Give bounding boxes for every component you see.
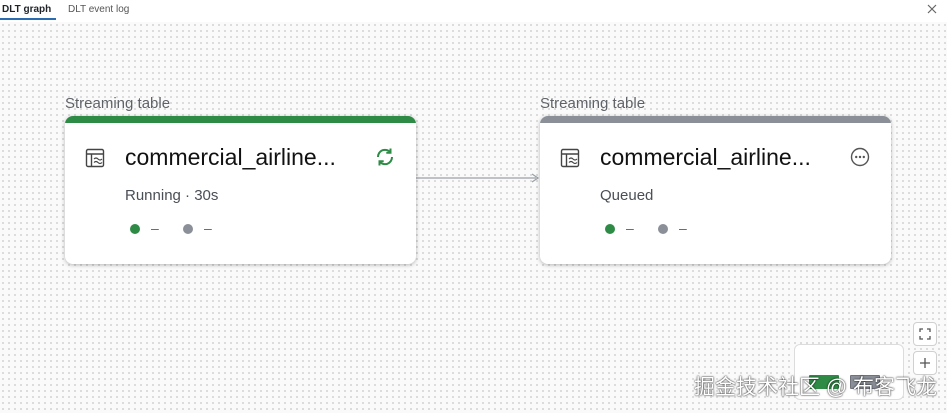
tab-dlt-graph[interactable]: DLT graph <box>2 4 51 16</box>
close-icon[interactable] <box>926 3 938 15</box>
tab-dlt-event-log[interactable]: DLT event log <box>68 4 129 16</box>
tab-bar: DLT graph DLT event log <box>0 0 947 22</box>
metric-dot-grey <box>183 224 193 234</box>
node-title: commercial_airline... <box>125 144 336 170</box>
more-horizontal-icon <box>850 147 870 167</box>
streaming-table-node-1[interactable]: commercial_airline... Running · 30s – – <box>65 116 416 264</box>
watermark: 掘金技术社区 @ 布客飞龙 <box>694 376 937 399</box>
metric-dot-green <box>605 224 615 234</box>
node-caption: Streaming table <box>540 95 646 112</box>
metric-dot-green <box>130 224 140 234</box>
active-tab-indicator <box>0 18 56 20</box>
metric-value: – <box>626 220 634 236</box>
node-status-bar <box>65 116 416 123</box>
node-status: Running · 30s <box>125 187 219 204</box>
streaming-table-node-2[interactable]: commercial_airline... Queued – – <box>540 116 891 264</box>
metric-value: – <box>679 220 687 236</box>
fit-view-icon <box>919 328 931 340</box>
streaming-table-icon <box>85 148 105 168</box>
fit-view-button[interactable] <box>913 322 937 346</box>
node-caption: Streaming table <box>65 95 171 112</box>
metric-value: – <box>151 220 159 236</box>
graph-canvas[interactable]: Streaming table commercial_airline... Ru… <box>0 22 947 413</box>
node-status-bar <box>540 116 891 123</box>
refresh-icon <box>376 148 394 166</box>
plus-icon <box>920 358 930 368</box>
node-status: Queued <box>600 187 654 204</box>
streaming-table-icon <box>560 148 580 168</box>
node-title: commercial_airline... <box>600 144 811 170</box>
metric-value: – <box>204 220 212 236</box>
metric-dot-grey <box>658 224 668 234</box>
